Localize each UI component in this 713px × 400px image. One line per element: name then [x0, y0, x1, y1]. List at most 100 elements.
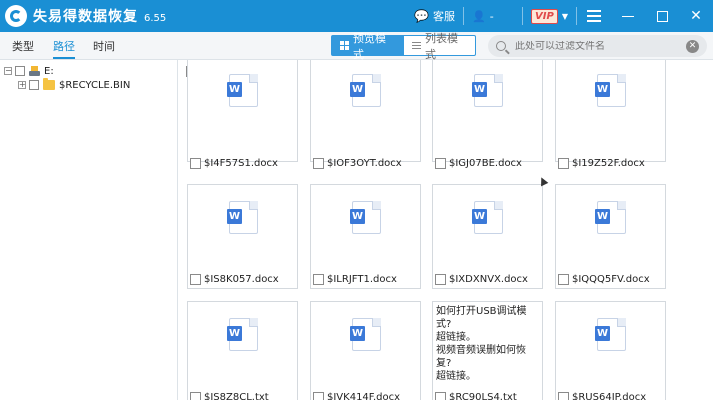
file-checkbox[interactable]	[313, 273, 324, 285]
file-checkbox[interactable]	[190, 157, 201, 169]
word-document-icon: W	[472, 201, 503, 234]
file-checkbox[interactable]	[435, 157, 446, 169]
word-badge: W	[350, 209, 365, 224]
file-name: $RC90LS4.txt	[449, 391, 517, 400]
collapse-icon[interactable]: −	[4, 67, 12, 75]
file-name: $IGJ07BE.docx	[449, 157, 522, 169]
tab-path[interactable]: 路径	[53, 32, 75, 60]
file-item[interactable]: $RC90LS4.txt	[435, 390, 517, 400]
word-document-icon: W	[350, 74, 381, 107]
app-title: 失易得数据恢复	[33, 9, 138, 25]
hamburger-icon	[587, 10, 601, 22]
file-item[interactable]: $IS8Z8CL.txt	[190, 390, 269, 400]
file-item[interactable]: $IS8K057.docx	[190, 272, 279, 286]
toolbar: 类型 路径 时间 预览模式 列表模式 ✕	[0, 32, 713, 61]
file-item[interactable]: $IQQQ5FV.docx	[558, 272, 650, 286]
word-badge: W	[227, 326, 242, 341]
vip-badge: VIP	[531, 8, 558, 24]
folder-icon	[43, 78, 55, 90]
tree-checkbox[interactable]	[15, 66, 25, 76]
file-item[interactable]: $IVK414F.docx	[313, 390, 400, 400]
word-document-icon: W	[227, 318, 258, 351]
word-document-icon: W	[472, 74, 503, 107]
tree-item-label: E:	[44, 65, 54, 77]
file-thumbnail[interactable]: W	[555, 301, 666, 400]
file-item[interactable]: $I4F57S1.docx	[190, 156, 278, 170]
support-button[interactable]: 💬 客服	[406, 0, 463, 32]
app-logo-icon	[5, 5, 27, 27]
word-document-icon: W	[227, 201, 258, 234]
file-name: $RUS64IP.docx	[572, 391, 647, 400]
chat-icon: 💬	[414, 9, 430, 23]
word-document-icon: W	[350, 201, 381, 234]
clear-search-icon[interactable]: ✕	[686, 39, 699, 53]
file-name: $ILRJFT1.docx	[327, 273, 397, 285]
close-icon: ✕	[690, 8, 702, 24]
file-thumbnail[interactable]: W	[187, 301, 298, 400]
maximize-icon	[656, 10, 668, 22]
folder-tree: − E: + $RECYCLE.BIN	[0, 60, 178, 400]
tab-type[interactable]: 类型	[12, 32, 34, 60]
file-thumbnail[interactable]: W	[187, 60, 298, 162]
file-thumbnail[interactable]: W	[555, 60, 666, 162]
word-badge: W	[227, 209, 242, 224]
file-name: $IOF3OYT.docx	[327, 157, 402, 169]
file-item[interactable]: $IGJ07BE.docx	[435, 156, 522, 170]
file-name: $IXDXNVX.docx	[449, 273, 528, 285]
preview-mode-label: 预览模式	[353, 31, 386, 61]
preview-mode-button[interactable]: 预览模式	[331, 32, 404, 61]
tree-checkbox[interactable]	[29, 80, 39, 90]
grid-icon	[340, 41, 349, 50]
minimize-icon	[622, 15, 634, 17]
word-document-icon: W	[350, 318, 381, 351]
word-document-icon: W	[595, 318, 626, 351]
tree-item-recycle-bin[interactable]: + $RECYCLE.BIN	[18, 78, 130, 92]
word-badge: W	[595, 82, 610, 97]
user-button[interactable]: 👤 -	[464, 0, 522, 32]
file-name: $IVK414F.docx	[327, 391, 401, 400]
file-thumbnail[interactable]: W	[310, 301, 421, 400]
word-badge: W	[472, 209, 487, 224]
user-label: -	[489, 9, 494, 23]
user-avatar-icon: 👤	[472, 9, 486, 23]
file-name: $IQQQ5FV.docx	[572, 273, 650, 285]
file-item[interactable]: $RUS64IP.docx	[558, 390, 646, 400]
file-name: $I4F57S1.docx	[204, 157, 278, 169]
vip-button[interactable]: VIP ▼	[523, 0, 576, 32]
file-thumbnail[interactable]: W	[310, 60, 421, 162]
file-item[interactable]: $IOF3OYT.docx	[313, 156, 402, 170]
file-checkbox[interactable]	[435, 391, 446, 400]
tab-time[interactable]: 时间	[93, 32, 115, 60]
expand-icon[interactable]: +	[18, 81, 26, 89]
text-preview: 如何打开USB调试模式? 超链接。 视频音频误删如何恢复? 超链接。 如何ROO…	[436, 306, 527, 382]
tree-item-drive-e[interactable]: − E:	[4, 64, 54, 78]
word-document-icon: W	[595, 201, 626, 234]
list-mode-button[interactable]: 列表模式	[404, 32, 476, 61]
file-checkbox[interactable]	[558, 391, 569, 400]
drive-icon	[29, 66, 40, 76]
file-name: $I19Z52F.docx	[572, 157, 645, 169]
word-document-icon: W	[595, 74, 626, 107]
file-checkbox[interactable]	[313, 157, 324, 169]
file-checkbox[interactable]	[190, 273, 201, 285]
file-item[interactable]: $IXDXNVX.docx	[435, 272, 528, 286]
file-thumbnail[interactable]: 如何打开USB调试模式? 超链接。 视频音频误删如何恢复? 超链接。 如何ROO…	[432, 301, 543, 400]
word-badge: W	[472, 82, 487, 97]
search-icon	[496, 41, 506, 51]
menu-button[interactable]	[577, 0, 611, 32]
file-checkbox[interactable]	[558, 273, 569, 285]
minimize-button[interactable]	[611, 0, 645, 32]
list-icon	[412, 42, 421, 49]
file-checkbox[interactable]	[190, 391, 201, 400]
file-checkbox[interactable]	[313, 391, 324, 400]
file-checkbox[interactable]	[435, 273, 446, 285]
chevron-down-icon: ▼	[561, 11, 568, 21]
file-item[interactable]: $I19Z52F.docx	[558, 156, 645, 170]
file-name: $IS8K057.docx	[204, 273, 279, 285]
close-button[interactable]: ✕	[679, 0, 713, 32]
search-input[interactable]	[515, 40, 675, 52]
file-checkbox[interactable]	[558, 157, 569, 169]
maximize-button[interactable]	[645, 0, 679, 32]
file-thumbnail[interactable]: W	[432, 60, 543, 162]
file-item[interactable]: $ILRJFT1.docx	[313, 272, 397, 286]
